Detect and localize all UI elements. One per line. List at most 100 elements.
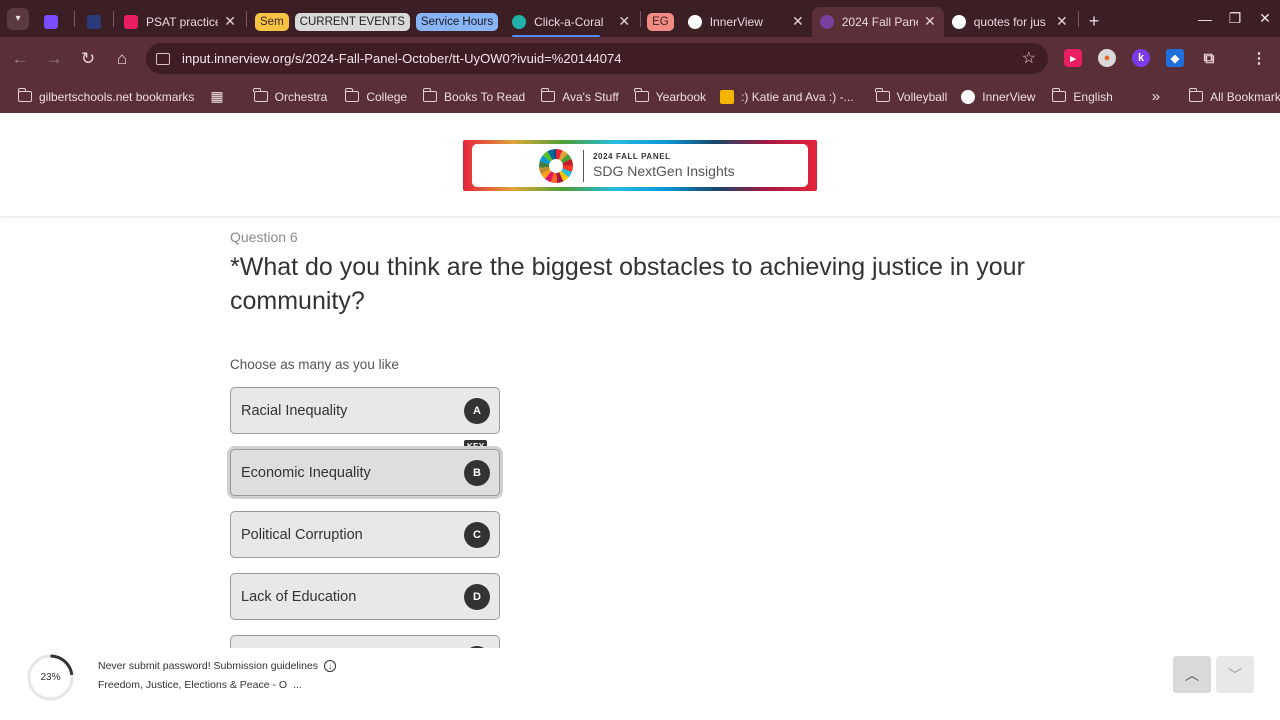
chevron-down-icon: ▾ <box>15 13 21 24</box>
tab-group-eg: EG <box>643 7 680 37</box>
extension-k-icon[interactable]: k <box>1132 49 1150 67</box>
tab-title: 2024 Fall Pane <box>841 14 918 29</box>
close-icon[interactable]: ✕ <box>792 13 804 30</box>
forms-icon <box>44 14 58 29</box>
tab-psat[interactable]: PSAT practice ✕ <box>116 7 244 37</box>
tab-quotes[interactable]: quotes for jus ✕ <box>944 7 1076 37</box>
innerview-icon <box>961 89 976 104</box>
extension-pill-icon[interactable]: ● <box>1098 49 1116 67</box>
bookmark-label: All Bookmarks <box>1210 89 1280 104</box>
tab-title: PSAT practice <box>146 14 219 29</box>
bookmark-college[interactable]: College <box>344 88 407 104</box>
bookmark-innerview[interactable]: InnerView <box>961 89 1036 104</box>
tab-title: Click-a-Coral <box>534 14 604 29</box>
bookmark-label: Orchestra <box>274 89 328 104</box>
bookmark-yearbook[interactable]: Yearbook <box>634 88 706 104</box>
bookmark-label: Books To Read <box>444 89 526 104</box>
extension-app-icon[interactable]: ◆ <box>1166 49 1184 67</box>
reload-icon[interactable]: ↻ <box>71 42 105 76</box>
banner-title: SDG NextGen Insights <box>593 163 735 179</box>
submission-guidelines[interactable]: Never submit password! Submission guidel… <box>98 660 337 672</box>
close-icon[interactable]: ✕ <box>618 13 630 30</box>
chevron-up-icon: ︿ <box>1185 666 1199 683</box>
bookmark-star-icon[interactable]: ☆ <box>1022 48 1036 68</box>
folder-icon <box>875 88 890 102</box>
tab-separator <box>246 10 247 27</box>
forward-icon[interactable]: → <box>37 42 71 76</box>
home-icon[interactable]: ⌂ <box>105 42 139 76</box>
site-info-icon[interactable] <box>156 52 170 65</box>
tab-innerview[interactable]: InnerView ✕ <box>680 7 812 37</box>
pinned-tab-1[interactable] <box>38 7 72 37</box>
innerview-icon <box>819 14 834 29</box>
folder-icon <box>422 88 438 102</box>
download-icon[interactable]: ↓ <box>324 660 337 672</box>
question-text: *What do you think are the biggest obsta… <box>230 253 1025 315</box>
bookmark-label: InnerView <box>982 89 1036 104</box>
menu-dots-icon[interactable]: ⋮ <box>1250 49 1268 67</box>
tab-group-eg-chip[interactable]: EG <box>647 12 674 31</box>
pinned-tab-2[interactable] <box>77 7 111 37</box>
tab-group-service-hours[interactable]: Service Hours <box>415 12 499 31</box>
previous-question-button[interactable]: ︿ <box>1173 656 1211 693</box>
bookmark-label: :) Katie and Ava :) -... <box>741 89 854 104</box>
innerview-icon <box>687 14 702 29</box>
bookmark-volleyball[interactable]: Volleyball <box>875 88 948 104</box>
all-bookmarks[interactable]: All Bookmarks <box>1188 88 1280 104</box>
tab-group-current-events[interactable]: CURRENT EVENTS <box>294 12 410 31</box>
section-title-text: Freedom, Justice, Elections & Peace - O <box>98 679 288 691</box>
tab-separator <box>1077 10 1079 27</box>
options-list: Racial Inequality A KEY Economic Inequal… <box>220 380 520 650</box>
option-key-badge: A <box>464 398 490 424</box>
option-lack-of-education[interactable]: Lack of Education D <box>230 573 500 620</box>
banner-divider <box>583 149 584 182</box>
banner-text: 2024 FALL PANEL SDG NextGen Insights <box>593 152 735 179</box>
new-tab-button[interactable]: + <box>1081 7 1108 37</box>
close-icon[interactable]: ✕ <box>1056 13 1068 30</box>
bookmark-orchestra[interactable]: Orchestra <box>253 88 328 104</box>
option-label: Economic Inequality <box>241 464 371 481</box>
tab-title: InnerView <box>709 14 763 29</box>
panel-banner: 2024 FALL PANEL SDG NextGen Insights <box>463 140 817 191</box>
tab-search-button[interactable]: ▾ <box>7 7 29 30</box>
option-racial-inequality[interactable]: Racial Inequality A <box>230 387 500 434</box>
bookmarks-bar: gilbertschools.net bookmarks ▦ Orchestra… <box>0 80 1280 113</box>
tab-click-a-coral[interactable]: Click-a-Coral ✕ <box>504 7 638 37</box>
survey-header: 2024 FALL PANEL SDG NextGen Insights <box>0 113 1280 217</box>
tab-separator <box>74 10 75 27</box>
restore-icon[interactable]: ❐ <box>1220 0 1250 37</box>
bookmark-label: Volleyball <box>896 89 948 104</box>
next-question-button[interactable]: ﹀ <box>1216 656 1254 693</box>
close-icon[interactable]: ✕ <box>924 13 936 30</box>
close-icon[interactable]: ✕ <box>224 13 236 30</box>
bookmark-gilbertschools[interactable]: gilbertschools.net bookmarks <box>17 88 194 104</box>
extension-screencast-icon[interactable]: ▸ <box>1064 49 1082 67</box>
option-key-badge: C <box>464 522 490 548</box>
address-bar[interactable]: input.innerview.org/s/2024-Fall-Panel-Oc… <box>146 43 1048 74</box>
minimize-icon[interactable]: — <box>1190 0 1220 37</box>
bookmark-katie-and-ava[interactable]: :) Katie and Ava :) -... <box>720 89 854 104</box>
banner-subtitle: 2024 FALL PANEL <box>593 152 671 161</box>
bookmark-english[interactable]: English <box>1051 88 1113 104</box>
more-bookmarks-icon[interactable]: » <box>1152 88 1160 105</box>
bookmark-avas-stuff[interactable]: Ava's Stuff <box>540 88 619 104</box>
google-icon <box>951 14 966 29</box>
tab-2024-fall-panel[interactable]: 2024 Fall Pane ✕ <box>811 6 944 37</box>
option-political-corruption[interactable]: Political Corruption C <box>230 511 500 558</box>
extensions-puzzle-icon[interactable]: ⧉ <box>1200 49 1218 67</box>
back-icon[interactable]: ← <box>3 42 37 76</box>
option-economic-inequality[interactable]: Economic Inequality B <box>230 449 500 496</box>
folder-icon <box>253 88 268 102</box>
close-window-icon[interactable]: ✕ <box>1250 0 1280 37</box>
sdg-wheel-logo <box>539 148 573 183</box>
tab-title: quotes for jus <box>973 14 1046 29</box>
more-ellipsis[interactable]: ... <box>293 679 302 691</box>
tab-group-chips: Sem CURRENT EVENTS Service Hours <box>249 7 504 37</box>
option-key-badge: B <box>464 460 490 486</box>
bookmark-label: English <box>1073 89 1113 104</box>
tab-group-sem[interactable]: Sem <box>255 12 289 31</box>
url-text[interactable]: input.innerview.org/s/2024-Fall-Panel-Oc… <box>182 51 622 66</box>
apps-grid-icon[interactable]: ▦ <box>210 88 223 105</box>
bookmark-books-to-read[interactable]: Books To Read <box>422 88 526 104</box>
survey-footer: 23% Never submit password! Submission gu… <box>0 648 1280 720</box>
